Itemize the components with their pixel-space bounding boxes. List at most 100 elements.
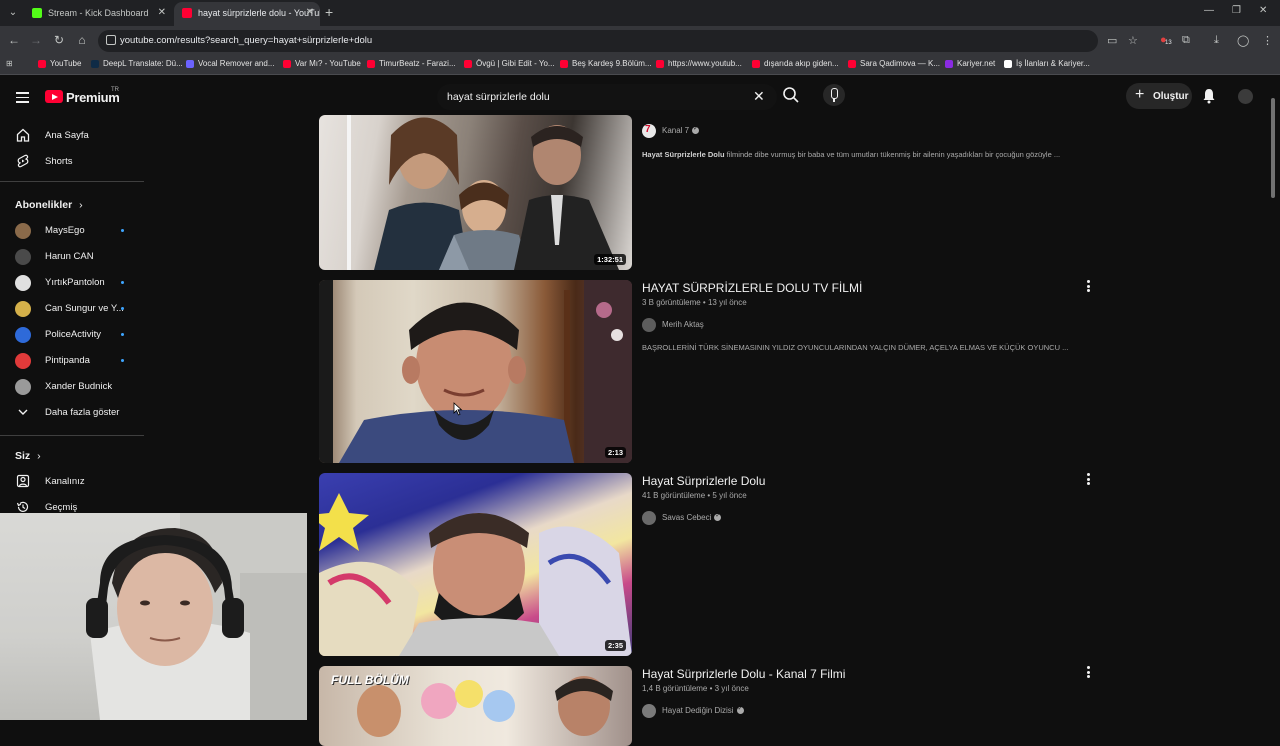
youtube-logo-icon[interactable]	[45, 90, 63, 103]
close-window-icon[interactable]: ✕	[1259, 5, 1267, 16]
sidebar-show-more[interactable]: Daha fazla göster	[0, 401, 145, 425]
subscriptions-header[interactable]: Abonelikler ›	[15, 199, 83, 211]
video-title[interactable]: HAYAT SÜRPRİZLERLE DOLU TV FİLMİ	[642, 281, 862, 295]
channel-avatar	[15, 379, 31, 395]
extensions-icon[interactable]: ⧉	[1182, 34, 1190, 47]
download-icon[interactable]: ⤓	[1214, 34, 1219, 47]
webcam-scene	[86, 513, 307, 720]
omnibox[interactable]: youtube.com/results?search_query=hayat+s…	[98, 30, 1098, 52]
scrollbar-thumb[interactable]	[1271, 98, 1275, 198]
deepl-bookmark-icon	[91, 60, 99, 68]
home-icon[interactable]: ⌂	[75, 33, 89, 47]
bookmark-item[interactable]: Vocal Remover and...	[186, 59, 274, 68]
notifications-bell-icon[interactable]	[1202, 88, 1216, 104]
microphone-icon[interactable]	[823, 84, 845, 106]
sidebar-subscription-yirtikpantolon[interactable]: YırtıkPantolon	[0, 271, 145, 295]
back-icon[interactable]: ←	[7, 33, 21, 47]
account-avatar[interactable]	[1238, 89, 1253, 104]
bookmark-item[interactable]: https://www.youtub...	[656, 59, 742, 68]
close-tab-icon[interactable]: ✕	[158, 2, 166, 24]
bookmark-item[interactable]: dışarıda akıp giden...	[752, 59, 839, 68]
country-code: TR	[111, 87, 119, 93]
reload-icon[interactable]: ↻	[52, 33, 66, 47]
video-thumbnail[interactable]: 2:13	[319, 280, 632, 463]
tab-youtube-search[interactable]: hayat sürprizlerle dolu - YouTube ✕	[174, 2, 320, 26]
site-info-icon[interactable]	[106, 35, 116, 45]
chevron-down-icon	[18, 409, 28, 415]
extension-badge-count: 13	[1165, 40, 1172, 46]
video-title[interactable]: Hayat Sürprizlerle Dolu	[642, 474, 765, 488]
extension-badge-icon[interactable]: ● 13	[1160, 34, 1172, 46]
channel-name: Kanal 7	[662, 125, 700, 135]
search-result[interactable]: 2:35 Hayat Sürprizlerle Dolu 41 B görünt…	[319, 473, 1099, 657]
sidebar-item-your-channel[interactable]: Kanalınız	[0, 470, 145, 494]
sidebar-item-shorts[interactable]: Shorts	[0, 150, 145, 174]
clear-search-icon[interactable]: ✕	[753, 88, 765, 105]
tab-label: Stream - Kick Dashboard	[48, 8, 149, 18]
sidebar-item-home[interactable]: Ana Sayfa	[0, 124, 145, 148]
bookmark-item[interactable]: Övgü | Gibi Edit - Yo...	[464, 59, 555, 68]
bookmark-item[interactable]: DeepL Translate: Dü...	[91, 59, 183, 68]
youtube-bookmark-icon	[464, 60, 472, 68]
profile-icon[interactable]: ◯	[1237, 34, 1249, 47]
new-tab-button[interactable]: +	[325, 4, 333, 20]
close-tab-icon[interactable]: ✕	[306, 2, 314, 24]
youtube-bookmark-icon	[38, 60, 46, 68]
tab-label: hayat sürprizlerle dolu - YouTube	[198, 8, 320, 18]
search-query[interactable]: hayat sürprizlerle dolu	[447, 91, 550, 103]
bookmark-item[interactable]: YouTube	[38, 59, 81, 68]
bookmark-item[interactable]: Beş Kardeş 9.Bölüm...	[560, 59, 652, 68]
channel-avatar: 7	[642, 124, 656, 138]
sidebar-subscription-can-sungur[interactable]: Can Sungur ve Y...	[0, 297, 145, 321]
search-icon[interactable]	[782, 86, 800, 104]
create-button[interactable]: + Oluştur	[1126, 83, 1192, 109]
thumbnail-scene	[319, 280, 632, 463]
apps-grid-icon[interactable]: ⊞	[6, 59, 13, 68]
youtube-bookmark-icon	[283, 60, 291, 68]
history-icon	[16, 501, 29, 512]
more-actions-icon[interactable]	[1085, 280, 1091, 294]
video-description: Hayat Sürprizlerle Dolu filminde dibe vu…	[642, 150, 1061, 159]
url-text[interactable]: youtube.com/results?search_query=hayat+s…	[120, 35, 372, 46]
youtube-favicon-icon	[182, 8, 192, 18]
bookmark-star-icon[interactable]: ☆	[1128, 34, 1138, 47]
browser-menu-icon[interactable]: ⋮	[1262, 34, 1273, 47]
forward-icon[interactable]: →	[29, 33, 43, 47]
bookmark-item[interactable]: TimurBeatz - Farazi...	[367, 59, 456, 68]
page-scrollbar[interactable]	[1270, 82, 1276, 720]
menu-icon[interactable]	[16, 92, 29, 106]
more-actions-icon[interactable]	[1085, 666, 1091, 680]
more-actions-icon[interactable]	[1085, 473, 1091, 487]
search-result[interactable]: 1:32:51 7 Kanal 7 Hayat Sürprizlerle Dol…	[319, 115, 1099, 271]
bookmark-item[interactable]: İş İlanları & Kariyer...	[1004, 59, 1090, 68]
video-description: BAŞROLLERİNİ TÜRK SİNEMASININ YILDIZ OYU…	[642, 343, 1069, 352]
you-header[interactable]: Siz ›	[15, 450, 41, 462]
thumbnail-scene	[347, 115, 619, 270]
video-meta: 41 B görüntüleme • 5 yıl önce	[642, 491, 747, 500]
minimize-icon[interactable]: —	[1204, 5, 1214, 16]
search-input[interactable]: hayat sürprizlerle dolu ✕	[437, 84, 777, 110]
kariyer-bookmark-icon	[945, 60, 953, 68]
search-result[interactable]: 2:13 HAYAT SÜRPRİZLERLE DOLU TV FİLMİ 3 …	[319, 280, 1099, 464]
bookmark-item[interactable]: Kariyer.net	[945, 59, 995, 68]
maximize-icon[interactable]: ❐	[1232, 5, 1241, 16]
bookmark-item[interactable]: Var Mı? - YouTube	[283, 59, 361, 68]
search-result[interactable]: FULL BÖLÜM Hayat Sürprizlerle Dolu - Kan…	[319, 666, 1099, 746]
video-thumbnail[interactable]: 2:35	[319, 473, 632, 656]
cast-icon[interactable]: ▭	[1107, 34, 1117, 47]
thumbnail-overlay-text: FULL BÖLÜM	[331, 673, 409, 687]
video-title[interactable]: Hayat Sürprizlerle Dolu - Kanal 7 Filmi	[642, 667, 845, 681]
sidebar-subscription-xander-budnick[interactable]: Xander Budnick	[0, 375, 145, 399]
video-thumbnail[interactable]: 1:32:51	[319, 115, 632, 270]
video-thumbnail[interactable]: FULL BÖLÜM	[319, 666, 632, 746]
sidebar-subscription-pintipanda[interactable]: Pintipanda	[0, 349, 145, 373]
tab-search-icon[interactable]: ⌄	[6, 5, 20, 21]
tab-kick-dashboard[interactable]: Stream - Kick Dashboard ✕	[24, 2, 172, 26]
sidebar-subscription-harun-can[interactable]: Harun CAN	[0, 245, 145, 269]
channel-avatar	[642, 318, 656, 332]
youtube-bookmark-icon	[560, 60, 568, 68]
sidebar-subscription-policeactivity[interactable]: PoliceActivity	[0, 323, 145, 347]
sidebar-subscription-maysego[interactable]: MaysEgo	[0, 219, 145, 243]
new-content-dot	[121, 281, 124, 284]
bookmark-item[interactable]: Sara Qadimova — K...	[848, 59, 940, 68]
